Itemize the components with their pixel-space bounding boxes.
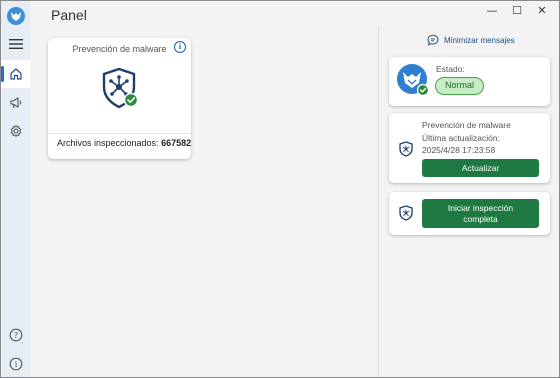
shield-network-icon: [399, 141, 413, 157]
info-icon[interactable]: i: [174, 41, 186, 53]
status-card: Estado: Normal: [389, 57, 550, 106]
sidebar: ? i: [1, 1, 30, 377]
maximize-window-button[interactable]: ☐: [509, 3, 525, 17]
shield-network-icon: [399, 205, 413, 221]
status-logo-icon: [397, 64, 430, 97]
update-button[interactable]: Actualizar: [422, 159, 539, 177]
about-button[interactable]: i: [1, 350, 30, 378]
hamburger-icon: [8, 39, 23, 49]
divider: [48, 133, 191, 134]
megaphone-icon: [9, 97, 21, 109]
close-window-button[interactable]: ✕: [534, 3, 550, 17]
files-scanned-stat: Archivos inspeccionados: 667582: [57, 138, 191, 148]
home-icon: [9, 68, 22, 80]
help-button[interactable]: ?: [1, 321, 30, 349]
files-scanned-value: 667582: [161, 138, 192, 148]
nav-notifications[interactable]: [1, 89, 30, 117]
last-update-value: 2025/4/28 17:23:58: [422, 145, 496, 155]
nav-settings[interactable]: [1, 117, 30, 145]
shield-network-icon: [102, 67, 139, 109]
malware-prevention-card[interactable]: Prevención de malware i Archivos inspecc…: [48, 38, 191, 159]
help-icon: ?: [9, 328, 22, 342]
nav-home[interactable]: [1, 60, 30, 88]
svg-text:i: i: [14, 360, 17, 369]
minimize-messages-link[interactable]: Minimizar mensajes: [427, 34, 515, 46]
info-icon: i: [9, 357, 22, 371]
minimize-window-button[interactable]: —: [484, 3, 500, 17]
status-label: Estado:: [436, 64, 465, 74]
app-logo-icon: [7, 7, 25, 25]
start-full-scan-button[interactable]: Iniciar inspección completa: [422, 199, 539, 228]
card-title: Prevención de malware: [72, 44, 167, 54]
page-title: Panel: [51, 7, 87, 23]
status-badge: Normal: [435, 77, 484, 95]
update-title: Prevención de malware: [422, 120, 511, 130]
minimize-messages-label: Minimizar mensajes: [444, 35, 515, 45]
last-update-label: Última actualización:: [422, 133, 500, 143]
gear-icon: [10, 125, 21, 137]
files-scanned-label: Archivos inspeccionados:: [57, 138, 159, 148]
full-scan-card: Iniciar inspección completa: [389, 192, 550, 235]
menu-button[interactable]: [1, 30, 30, 58]
scan-button-line1: Iniciar inspección: [447, 202, 514, 213]
update-card: Prevención de malware Última actualizaci…: [389, 113, 550, 183]
svg-text:?: ?: [13, 331, 17, 340]
chat-icon: [427, 34, 439, 46]
scan-button-line2: completa: [463, 213, 498, 224]
